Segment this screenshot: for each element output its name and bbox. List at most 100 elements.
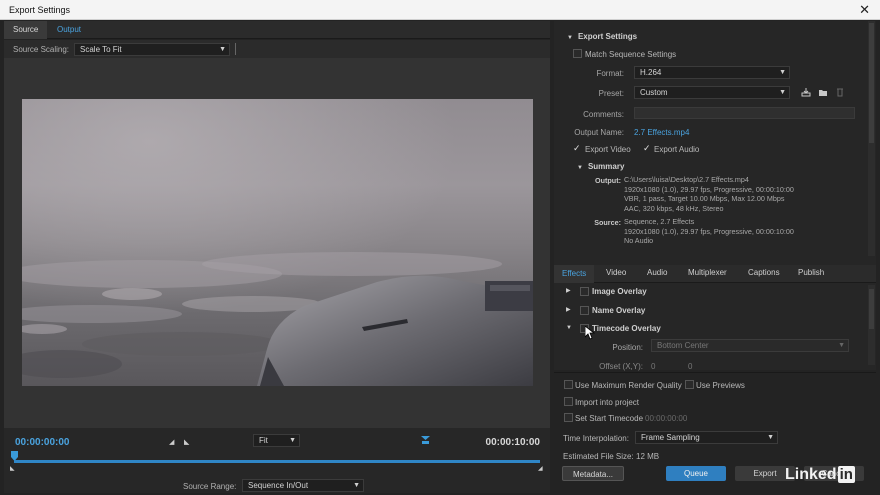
scrollbar-thumb[interactable]: [869, 23, 874, 143]
source-range-label: Source Range:: [183, 482, 237, 491]
out-point-icon[interactable]: ◢: [538, 465, 543, 472]
preset-dropdown[interactable]: Custom ▼: [634, 86, 790, 99]
end-timecode: 00:00:10:00: [485, 437, 540, 448]
summary-header[interactable]: ▼ Summary: [577, 162, 624, 171]
tab-source[interactable]: Source: [4, 21, 48, 39]
source-scaling-value: Scale To Fit: [80, 45, 122, 54]
source-scaling-bar: Source Scaling: Scale To Fit ▼: [4, 40, 550, 58]
image-overlay-label: Image Overlay: [592, 287, 647, 296]
cloud-view-image: [22, 99, 533, 386]
chevron-down-icon: ▼: [779, 69, 786, 76]
preset-label: Preset:: [598, 89, 624, 98]
timeline-area: 00:00:00:00 ◢ ◣ Fit ▼ 00:00:10:00 ◣ ◢ So…: [4, 428, 550, 493]
export-settings-header[interactable]: ▼ Export Settings: [567, 32, 637, 41]
summary-output-text: C:\Users\luisa\Desktop\2.7 Effects.mp4 1…: [624, 175, 794, 213]
max-render-checkbox[interactable]: [564, 380, 573, 389]
source-output-pane: Source Output Source Scaling: Scale To F…: [4, 21, 550, 493]
settings-scrollbar[interactable]: [868, 21, 875, 256]
effects-scrollbar[interactable]: [868, 285, 875, 365]
chevron-down-icon: ▼: [219, 46, 226, 53]
chevron-down-icon: ▼: [289, 437, 296, 444]
video-preview-area: [4, 58, 550, 428]
zoom-fit-dropdown[interactable]: Fit ▼: [253, 434, 300, 447]
tab-publish[interactable]: Publish: [798, 268, 824, 277]
file-size-label: Estimated File Size:: [563, 452, 634, 461]
tab-multiplexer[interactable]: Multiplexer: [688, 268, 727, 277]
chevron-down-icon: ▼: [767, 434, 774, 441]
comments-input[interactable]: [634, 107, 855, 119]
video-frame: [22, 99, 533, 386]
offset-y-value[interactable]: 0: [688, 362, 692, 371]
mark-out-icon[interactable]: ◣: [184, 438, 189, 446]
offset-label: Offset (X,Y):: [599, 362, 643, 371]
import-project-checkbox[interactable]: [564, 397, 573, 406]
tab-effects[interactable]: Effects: [554, 265, 595, 283]
delete-preset-icon[interactable]: [835, 87, 845, 97]
tab-video[interactable]: Video: [606, 268, 626, 277]
tab-output[interactable]: Output: [48, 21, 90, 39]
summary-source-text: Sequence, 2.7 Effects 1920x1080 (1.0), 2…: [624, 217, 794, 246]
settings-pane: ▼ Export Settings Match Sequence Settings…: [554, 21, 876, 493]
offset-x-value[interactable]: 0: [651, 362, 655, 371]
chevron-down-icon: ▼: [838, 342, 845, 349]
chevron-down-icon: ▼: [353, 482, 360, 489]
export-settings-title: Export Settings: [577, 32, 638, 41]
export-settings-window: Export Settings ✕ Source Output Source S…: [0, 0, 880, 495]
export-audio-checkbox[interactable]: ✓: [643, 143, 651, 154]
max-render-label: Use Maximum Render Quality: [575, 381, 682, 390]
comments-label: Comments:: [583, 110, 624, 119]
effects-tabs: Effects Video Audio Multiplexer Captions…: [554, 265, 876, 283]
match-sequence-checkbox[interactable]: [573, 49, 582, 58]
start-timecode-value[interactable]: 00:00:00:00: [645, 414, 687, 423]
preset-value: Custom: [640, 88, 668, 97]
zoom-fit-value: Fit: [259, 436, 268, 445]
window-title: Export Settings: [9, 5, 71, 15]
collapse-triangle-icon[interactable]: ▶: [566, 287, 571, 294]
format-dropdown[interactable]: H.264 ▼: [634, 66, 790, 79]
pane-tabs: Source Output: [4, 21, 550, 39]
image-overlay-checkbox[interactable]: [580, 287, 589, 296]
output-name-link[interactable]: 2.7 Effects.mp4: [634, 128, 689, 137]
fit-frame-icon[interactable]: [421, 436, 430, 444]
effects-section: Effects Video Audio Multiplexer Captions…: [554, 265, 876, 371]
import-preset-icon[interactable]: [818, 87, 828, 97]
start-timecode[interactable]: 00:00:00:00: [15, 437, 69, 448]
export-video-label: Export Video: [585, 145, 631, 154]
set-start-timecode-checkbox[interactable]: [564, 413, 573, 422]
linkedin-logo: Linked in: [785, 466, 855, 484]
import-project-label: Import into project: [575, 398, 640, 407]
position-dropdown[interactable]: Bottom Center ▼: [651, 339, 849, 352]
scrollbar-thumb[interactable]: [869, 289, 874, 329]
time-interpolation-dropdown[interactable]: Frame Sampling ▼: [635, 431, 778, 444]
close-icon[interactable]: ✕: [859, 2, 870, 18]
tab-captions[interactable]: Captions: [748, 268, 780, 277]
title-bar: Export Settings ✕: [0, 0, 880, 20]
queue-button[interactable]: Queue: [666, 466, 726, 481]
format-value: H.264: [640, 68, 662, 77]
preset-icons: [801, 87, 850, 99]
tab-audio[interactable]: Audio: [647, 268, 667, 277]
export-video-checkbox[interactable]: ✓: [573, 143, 581, 154]
summary-source-key: Source:: [594, 218, 621, 227]
source-range-dropdown[interactable]: Sequence In/Out ▼: [242, 479, 364, 492]
summary-output-key: Output:: [595, 176, 621, 185]
mouse-cursor-icon: [585, 326, 595, 340]
name-overlay-label: Name Overlay: [592, 306, 646, 315]
metadata-button[interactable]: Metadata...: [562, 466, 624, 481]
name-overlay-checkbox[interactable]: [580, 306, 589, 315]
logo-text: Linked: [785, 466, 837, 483]
timeline-track[interactable]: [14, 460, 540, 463]
source-scaling-dropdown[interactable]: Scale To Fit ▼: [74, 43, 230, 56]
chevron-down-icon: ▼: [779, 89, 786, 96]
source-scaling-label: Source Scaling:: [13, 45, 70, 54]
output-name-label: Output Name:: [574, 128, 624, 137]
use-previews-checkbox[interactable]: [685, 380, 694, 389]
file-size-value: 12 MB: [636, 452, 660, 461]
collapse-triangle-icon[interactable]: ▶: [566, 306, 571, 313]
save-preset-icon[interactable]: [801, 87, 811, 97]
mark-in-icon[interactable]: ◢: [169, 438, 174, 446]
in-point-icon[interactable]: ◣: [10, 465, 15, 472]
expand-triangle-icon: ▼: [567, 35, 573, 41]
format-label: Format:: [596, 69, 624, 78]
expand-triangle-icon[interactable]: ▼: [566, 325, 572, 331]
